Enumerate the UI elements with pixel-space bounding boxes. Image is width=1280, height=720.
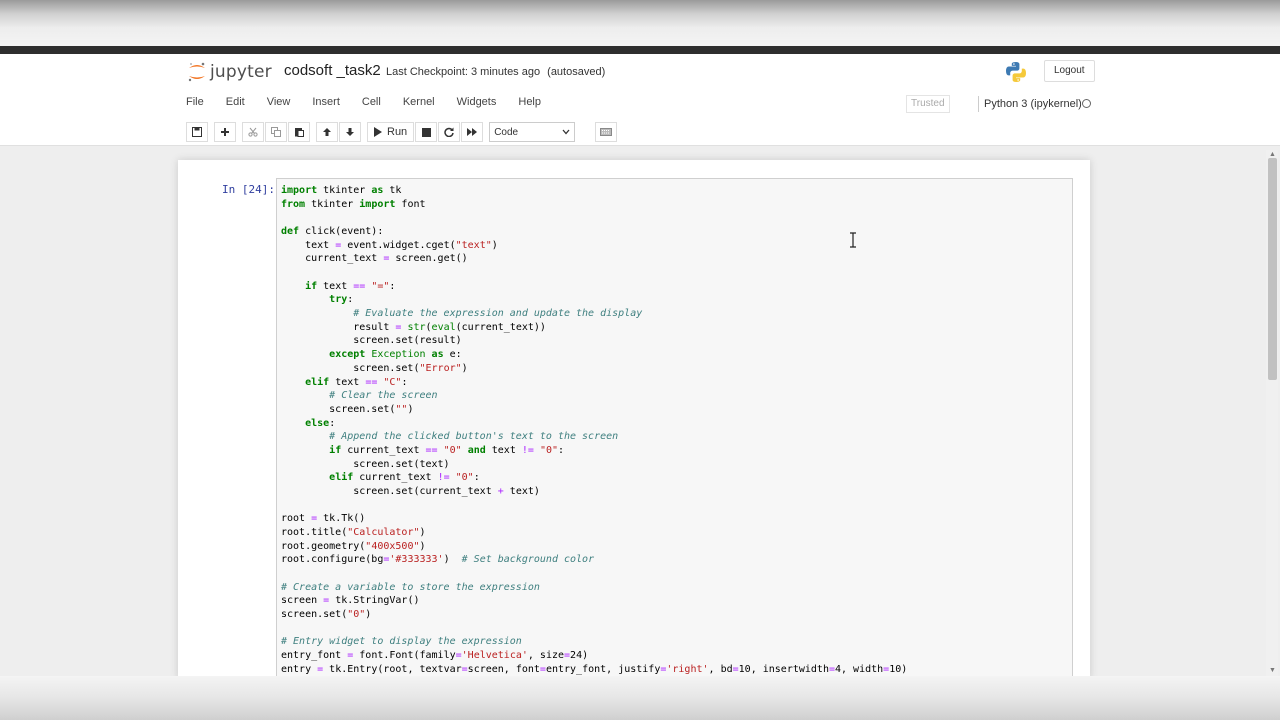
- screen-recording-bottom-blur: [0, 676, 1280, 720]
- run-label: Run: [387, 126, 408, 138]
- add-cell-icon: [221, 128, 229, 136]
- code-line: try:: [329, 294, 354, 306]
- screen-recording-top-blur: [0, 0, 1280, 46]
- save-icon: [192, 127, 202, 137]
- code-line: except Exception as e:: [329, 349, 462, 361]
- move-down-button[interactable]: [339, 122, 361, 142]
- move-down-icon: [346, 128, 354, 136]
- code-line: root.title("Calculator"): [281, 527, 426, 538]
- cut-icon: [248, 127, 258, 137]
- code-line: elif text == "C":: [305, 376, 408, 388]
- code-line: import tkinter as tk: [281, 185, 402, 196]
- restart-button[interactable]: [438, 122, 461, 142]
- chevron-down-icon: [562, 129, 570, 135]
- code-line: # Create a variable to store the express…: [281, 581, 540, 593]
- stop-icon: [421, 127, 431, 137]
- code-line: # Entry widget to display the expression: [281, 636, 522, 648]
- notebook-header: jupyter codsoft _task2 Last Checkpoint: …: [0, 54, 1280, 146]
- paste-icon: [295, 128, 304, 137]
- code-line: text = event.widget.cget("text"): [281, 239, 498, 251]
- menu-file[interactable]: File: [186, 96, 204, 112]
- code-line: from tkinter import font: [281, 198, 426, 210]
- copy-button[interactable]: [265, 122, 287, 142]
- run-button[interactable]: Run: [367, 122, 415, 142]
- code-line: elif current_text != "0":: [329, 472, 480, 484]
- cell-prompt: In [24]:: [222, 183, 275, 196]
- notebook-toolbar: Run Code: [186, 121, 618, 143]
- kernel-idle-indicator-icon: [1082, 99, 1091, 108]
- run-icon: [374, 127, 382, 137]
- menu-edit[interactable]: Edit: [226, 96, 245, 112]
- menu-view[interactable]: View: [267, 96, 291, 112]
- save-button[interactable]: [186, 122, 208, 142]
- menu-insert[interactable]: Insert: [312, 96, 340, 112]
- jupyter-logo[interactable]: jupyter: [187, 60, 272, 84]
- interrupt-button[interactable]: [415, 122, 438, 142]
- cut-button[interactable]: [242, 122, 264, 142]
- autosave-text: (autosaved): [547, 66, 606, 78]
- paste-button[interactable]: [288, 122, 310, 142]
- jupyter-logo-text: jupyter: [210, 62, 272, 82]
- code-line: if current_text == "0" and text != "0":: [329, 444, 565, 456]
- code-line: screen.set("Error"): [281, 362, 468, 374]
- logout-button[interactable]: Logout: [1044, 60, 1095, 82]
- code-line: screen.set("0"): [281, 609, 372, 621]
- menu-bar: File Edit View Insert Cell Kernel Widget…: [186, 96, 563, 112]
- code-line: def click(event):: [281, 226, 384, 238]
- code-line: else:: [305, 417, 336, 429]
- copy-icon: [271, 127, 281, 137]
- code-line: # Evaluate the expression and update the…: [353, 308, 643, 320]
- code-line: root.geometry("400x500"): [281, 540, 426, 552]
- cell-type-select[interactable]: Code: [489, 122, 576, 142]
- scrollbar-thumb[interactable]: [1268, 158, 1277, 380]
- restart-run-all-button[interactable]: [461, 122, 484, 142]
- menu-kernel[interactable]: Kernel: [403, 96, 435, 112]
- menu-widgets[interactable]: Widgets: [457, 96, 497, 112]
- code-line: result = str(eval(current_text)): [281, 321, 546, 333]
- code-line: root.configure(bg='#333333') # Set backg…: [281, 554, 595, 566]
- code-line: current_text = screen.get(): [281, 253, 468, 265]
- code-line: screen = tk.StringVar(): [281, 595, 420, 607]
- checkpoint-text: Last Checkpoint: 3 minutes ago: [386, 66, 541, 78]
- menu-help[interactable]: Help: [518, 96, 541, 112]
- text-cursor-icon: [850, 232, 856, 248]
- cell-type-value: Code: [494, 126, 519, 138]
- scroll-down-icon[interactable]: ▼: [1268, 667, 1277, 675]
- code-line: entry = tk.Entry(root, textvar=screen, f…: [281, 663, 908, 675]
- kernel-name[interactable]: Python 3 (ipykernel): [978, 96, 1082, 112]
- trusted-indicator[interactable]: Trusted: [906, 95, 950, 113]
- code-line: entry_font = font.Font(family='Helvetica…: [281, 650, 589, 662]
- add-cell-button[interactable]: [214, 122, 236, 142]
- code-line: root = tk.Tk(): [281, 513, 366, 525]
- code-cell-editor[interactable]: import tkinter as tk from tkinter import …: [276, 178, 1073, 678]
- code-line: screen.set(current_text + text): [281, 485, 540, 497]
- code-line: # Append the clicked button's text to th…: [329, 431, 619, 443]
- move-up-button[interactable]: [316, 122, 338, 142]
- command-palette-button[interactable]: [595, 122, 618, 142]
- menu-cell[interactable]: Cell: [362, 96, 381, 112]
- code-line: screen.set(text): [281, 458, 450, 470]
- move-up-icon: [323, 128, 331, 136]
- jupyter-logo-icon: [188, 62, 205, 82]
- browser-edge: [0, 46, 1280, 54]
- python-logo-icon: [1006, 62, 1026, 82]
- checkpoint-status: Last Checkpoint: 3 minutes ago (autosave…: [386, 66, 605, 78]
- notebook-name[interactable]: codsoft _task2: [284, 62, 381, 79]
- keyboard-icon: [600, 128, 613, 136]
- code-line: # Clear the screen: [329, 390, 438, 402]
- code-line: screen.set(result): [281, 335, 462, 347]
- code-line: screen.set(""): [281, 403, 414, 415]
- fast-forward-icon: [467, 128, 478, 136]
- restart-icon: [444, 127, 454, 137]
- code-line: if text == "=":: [305, 280, 396, 292]
